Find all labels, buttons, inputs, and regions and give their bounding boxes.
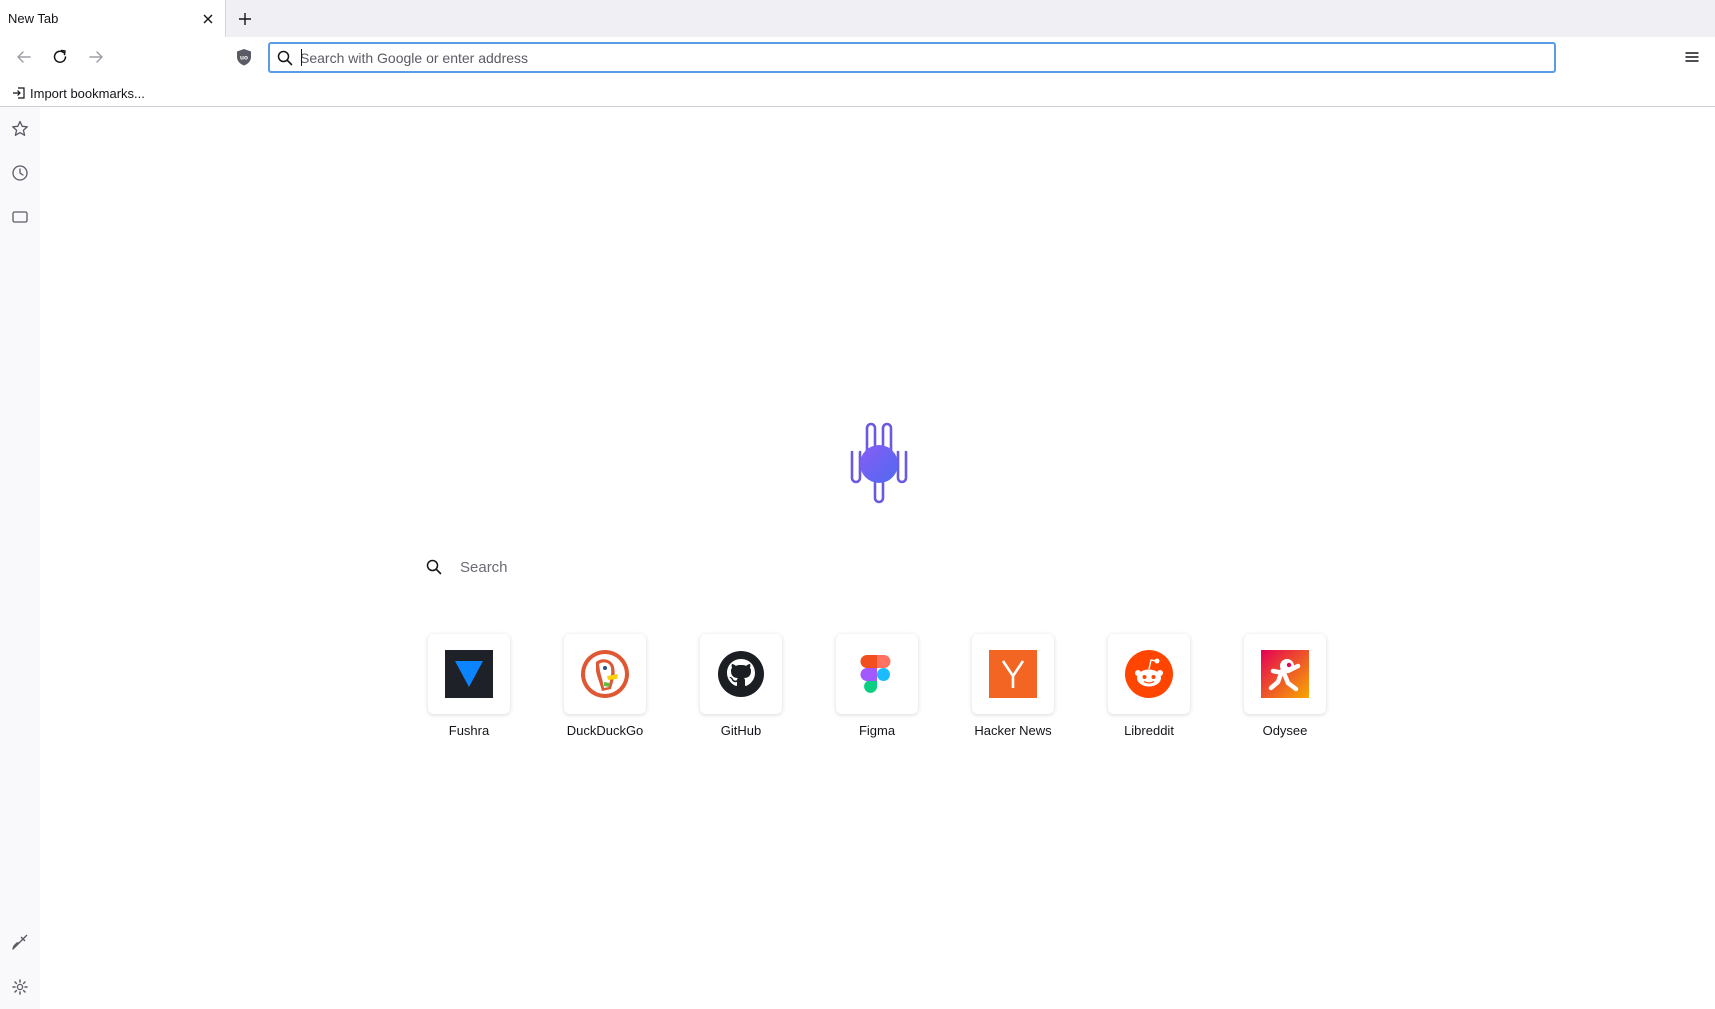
brush-icon[interactable] xyxy=(10,932,30,952)
tab-new-tab[interactable]: New Tab xyxy=(0,0,226,37)
top-site-icon-box xyxy=(1244,634,1326,714)
top-site-tile[interactable]: Fushra xyxy=(428,634,510,738)
ublock-shield-icon[interactable]: uo xyxy=(233,46,255,68)
bookmarks-toolbar: Import bookmarks... xyxy=(0,79,1715,107)
text-cursor xyxy=(301,49,302,66)
github-icon xyxy=(718,651,764,697)
tab-icon[interactable] xyxy=(10,207,30,227)
top-site-label: Figma xyxy=(858,723,896,738)
top-site-tile[interactable]: Figma xyxy=(836,634,918,738)
duckduckgo-icon xyxy=(581,650,629,698)
star-icon[interactable] xyxy=(10,119,30,139)
plus-icon[interactable] xyxy=(234,8,256,30)
top-site-label: Libreddit xyxy=(1124,723,1174,738)
top-site-tile[interactable]: Odysee xyxy=(1244,634,1326,738)
top-site-tile[interactable]: Libreddit xyxy=(1108,634,1190,738)
top-site-label: GitHub xyxy=(720,723,762,738)
top-site-icon-box xyxy=(428,634,510,714)
svg-text:uo: uo xyxy=(240,55,248,62)
content-search[interactable] xyxy=(420,549,920,585)
import-bookmarks-button[interactable]: Import bookmarks... xyxy=(12,83,145,103)
top-site-icon-box xyxy=(1108,634,1190,714)
top-site-icon-box xyxy=(972,634,1054,714)
import-icon xyxy=(13,87,25,99)
close-icon[interactable] xyxy=(200,11,216,27)
top-site-tile[interactable]: GitHub xyxy=(700,634,782,738)
top-site-label: DuckDuckGo xyxy=(566,723,644,738)
browser-logo xyxy=(850,422,908,504)
import-bookmarks-label: Import bookmarks... xyxy=(30,85,145,101)
address-bar[interactable] xyxy=(268,42,1556,73)
libreddit-icon xyxy=(1125,650,1173,698)
fushra-icon xyxy=(445,650,493,698)
top-site-label: Fushra xyxy=(448,723,490,738)
figma-icon xyxy=(860,655,891,693)
content-search-input[interactable] xyxy=(460,553,900,581)
top-site-icon-box xyxy=(564,634,646,714)
clock-icon[interactable] xyxy=(10,163,30,183)
top-site-icon-box xyxy=(836,634,918,714)
odysee-icon xyxy=(1261,650,1309,698)
top-site-icon-box xyxy=(700,634,782,714)
search-icon xyxy=(277,50,293,66)
top-site-tile[interactable]: DuckDuckGo xyxy=(564,634,646,738)
hacker-news-icon xyxy=(989,650,1037,698)
forward-arrow-icon[interactable] xyxy=(85,46,107,68)
top-site-label: Hacker News xyxy=(974,723,1052,738)
navigation-toolbar: uo xyxy=(0,37,1715,79)
search-icon xyxy=(426,559,442,575)
address-input[interactable] xyxy=(300,46,1540,70)
top-site-tile[interactable]: Hacker News xyxy=(972,634,1054,738)
tab-title: New Tab xyxy=(8,11,59,26)
sidebar xyxy=(0,107,40,1009)
tab-strip: New Tab xyxy=(0,0,1715,37)
top-site-label: Odysee xyxy=(1262,723,1308,738)
back-arrow-icon[interactable] xyxy=(13,46,35,68)
gear-icon[interactable] xyxy=(10,977,30,997)
reload-icon[interactable] xyxy=(49,46,71,68)
hamburger-menu-icon[interactable] xyxy=(1681,46,1703,68)
